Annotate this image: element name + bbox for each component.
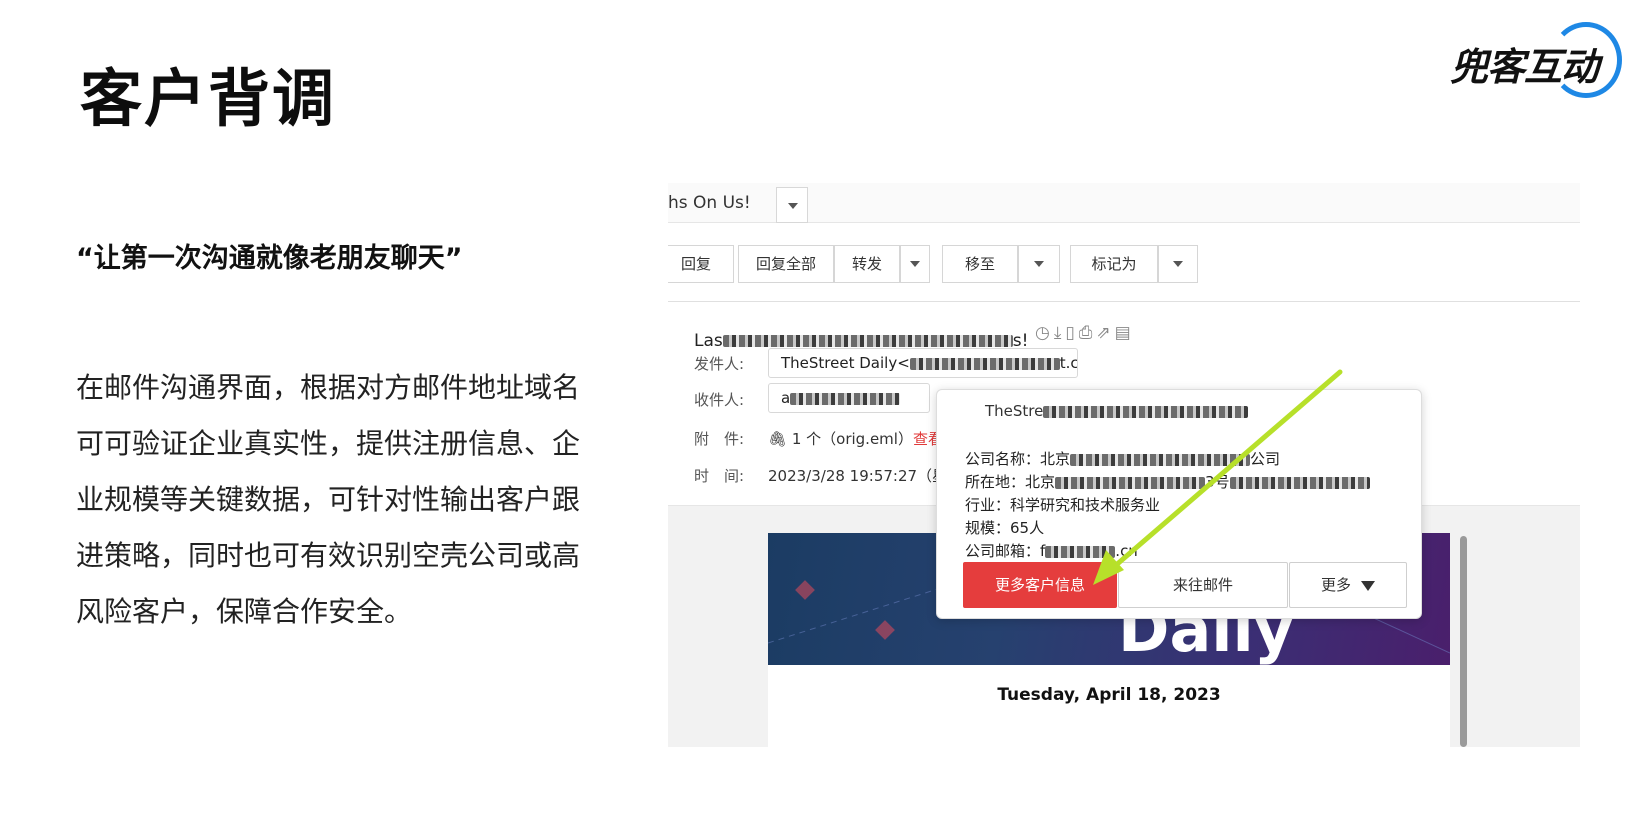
company-industry: 行业：科学研究和技术服务业 xyxy=(965,496,1161,514)
from-name: TheStreet Daily< xyxy=(781,354,910,372)
document-icon[interactable]: ▤ xyxy=(1115,323,1135,343)
page-title: 客户背调 xyxy=(80,62,337,135)
subject-prefix: Las xyxy=(694,331,723,351)
feature-description: 在邮件沟通界面，根据对方邮件地址域名可可验证企业真实性，提供注册信息、企业规模等… xyxy=(76,371,581,628)
body-scrollbar[interactable] xyxy=(1460,536,1467,747)
print-icon[interactable]: ⎙ xyxy=(1079,323,1097,343)
chevron-down-icon xyxy=(788,203,798,209)
more-button-label: 更多 xyxy=(1320,576,1351,594)
reply-all-button[interactable]: 回复全部 xyxy=(738,245,834,283)
location-label: 所在地：北京 xyxy=(965,473,1056,491)
company-location: 所在地：北京 3号 xyxy=(965,471,1370,492)
company-name-tail: 公司 xyxy=(1250,450,1281,468)
redacted-text xyxy=(1229,476,1370,489)
redacted-text xyxy=(790,392,901,405)
redacted-text xyxy=(1045,545,1116,558)
move-to-button[interactable]: 移至 xyxy=(942,245,1018,283)
time-label: 时 间: xyxy=(694,467,745,485)
mail-action-icons: ◷⤓▯⎙⇗▤ xyxy=(1035,323,1135,343)
subject-bar: hs On Us! xyxy=(668,183,1580,223)
toolbar-divider xyxy=(668,301,1580,302)
company-scale: 规模：65人 xyxy=(965,519,1045,537)
slogan-quote: “让第一次沟通就像老朋友聊天” xyxy=(76,243,463,274)
from-label: 发件人: xyxy=(694,355,745,373)
chevron-down-icon xyxy=(1361,580,1375,591)
logo-text: 兜客互动 xyxy=(1450,45,1599,89)
subject-fragment: hs On Us! xyxy=(668,193,751,213)
popup-sender: TheStre xyxy=(985,402,1249,420)
download-icon[interactable]: ⤓ xyxy=(1054,323,1066,343)
mark-as-button[interactable]: 标记为 xyxy=(1070,245,1158,283)
to-prefix: a xyxy=(781,389,791,407)
from-tail: t.com> xyxy=(1059,354,1078,372)
clock-icon[interactable]: ◷ xyxy=(1035,323,1054,343)
email-tail: .cn xyxy=(1115,542,1138,560)
chevron-down-icon xyxy=(1034,261,1044,267)
redacted-text xyxy=(722,335,1013,347)
redacted-text xyxy=(1055,476,1206,489)
mail-client-screenshot: hs On Us! 回复 回复全部 转发 移至 标记为 Las s! ◷⤓▯⎙⇗▤… xyxy=(668,183,1580,747)
location-mid: 3号 xyxy=(1205,473,1230,491)
bookmark-icon[interactable]: ▯ xyxy=(1065,323,1078,343)
mark-as-dropdown[interactable] xyxy=(1158,245,1198,283)
subject-dropdown[interactable] xyxy=(776,187,808,223)
customer-info-popup: TheStre 公司名称：北京 公司 所在地：北京 3号 行业：科学研究和技术服务业… xyxy=(936,389,1422,619)
company-name-label: 公司名称：北京 xyxy=(965,450,1071,468)
brand-logo: 兜客互动 xyxy=(1450,22,1622,102)
chevron-down-icon xyxy=(1173,261,1183,267)
redacted-text xyxy=(1070,453,1251,466)
company-email: 公司邮箱：f .cn xyxy=(965,540,1138,561)
company-name: 公司名称：北京 公司 xyxy=(965,448,1280,469)
newsletter-date: Tuesday, April 18, 2023 xyxy=(997,685,1221,705)
forward-button[interactable]: 转发 xyxy=(834,245,900,283)
more-button[interactable]: 更多 xyxy=(1289,562,1407,608)
attachment-name: 1 个（orig.eml） xyxy=(791,430,913,448)
chevron-down-icon xyxy=(910,261,920,267)
popup-sender-name: TheStre xyxy=(985,402,1044,420)
redacted-text xyxy=(909,357,1060,370)
reply-button[interactable]: 回复 xyxy=(668,245,734,283)
attachment-label: 附 件: xyxy=(694,430,745,448)
redacted-text xyxy=(1043,405,1249,418)
to-chip[interactable]: a xyxy=(768,383,930,413)
forward-dropdown[interactable] xyxy=(900,245,930,283)
from-chip[interactable]: TheStreet Daily< t.com> xyxy=(768,348,1078,378)
share-icon[interactable]: ⇗ xyxy=(1096,323,1114,343)
paperclip-icon: 🖇 xyxy=(768,430,788,448)
newsletter-content: Tuesday, April 18, 2023 xyxy=(768,665,1450,747)
more-customer-info-button[interactable]: 更多客户信息 xyxy=(963,562,1117,608)
to-label: 收件人: xyxy=(694,391,745,409)
move-to-dropdown[interactable] xyxy=(1018,245,1060,283)
mail-history-button[interactable]: 来往邮件 xyxy=(1118,562,1288,608)
email-label: 公司邮箱：f xyxy=(965,542,1046,560)
